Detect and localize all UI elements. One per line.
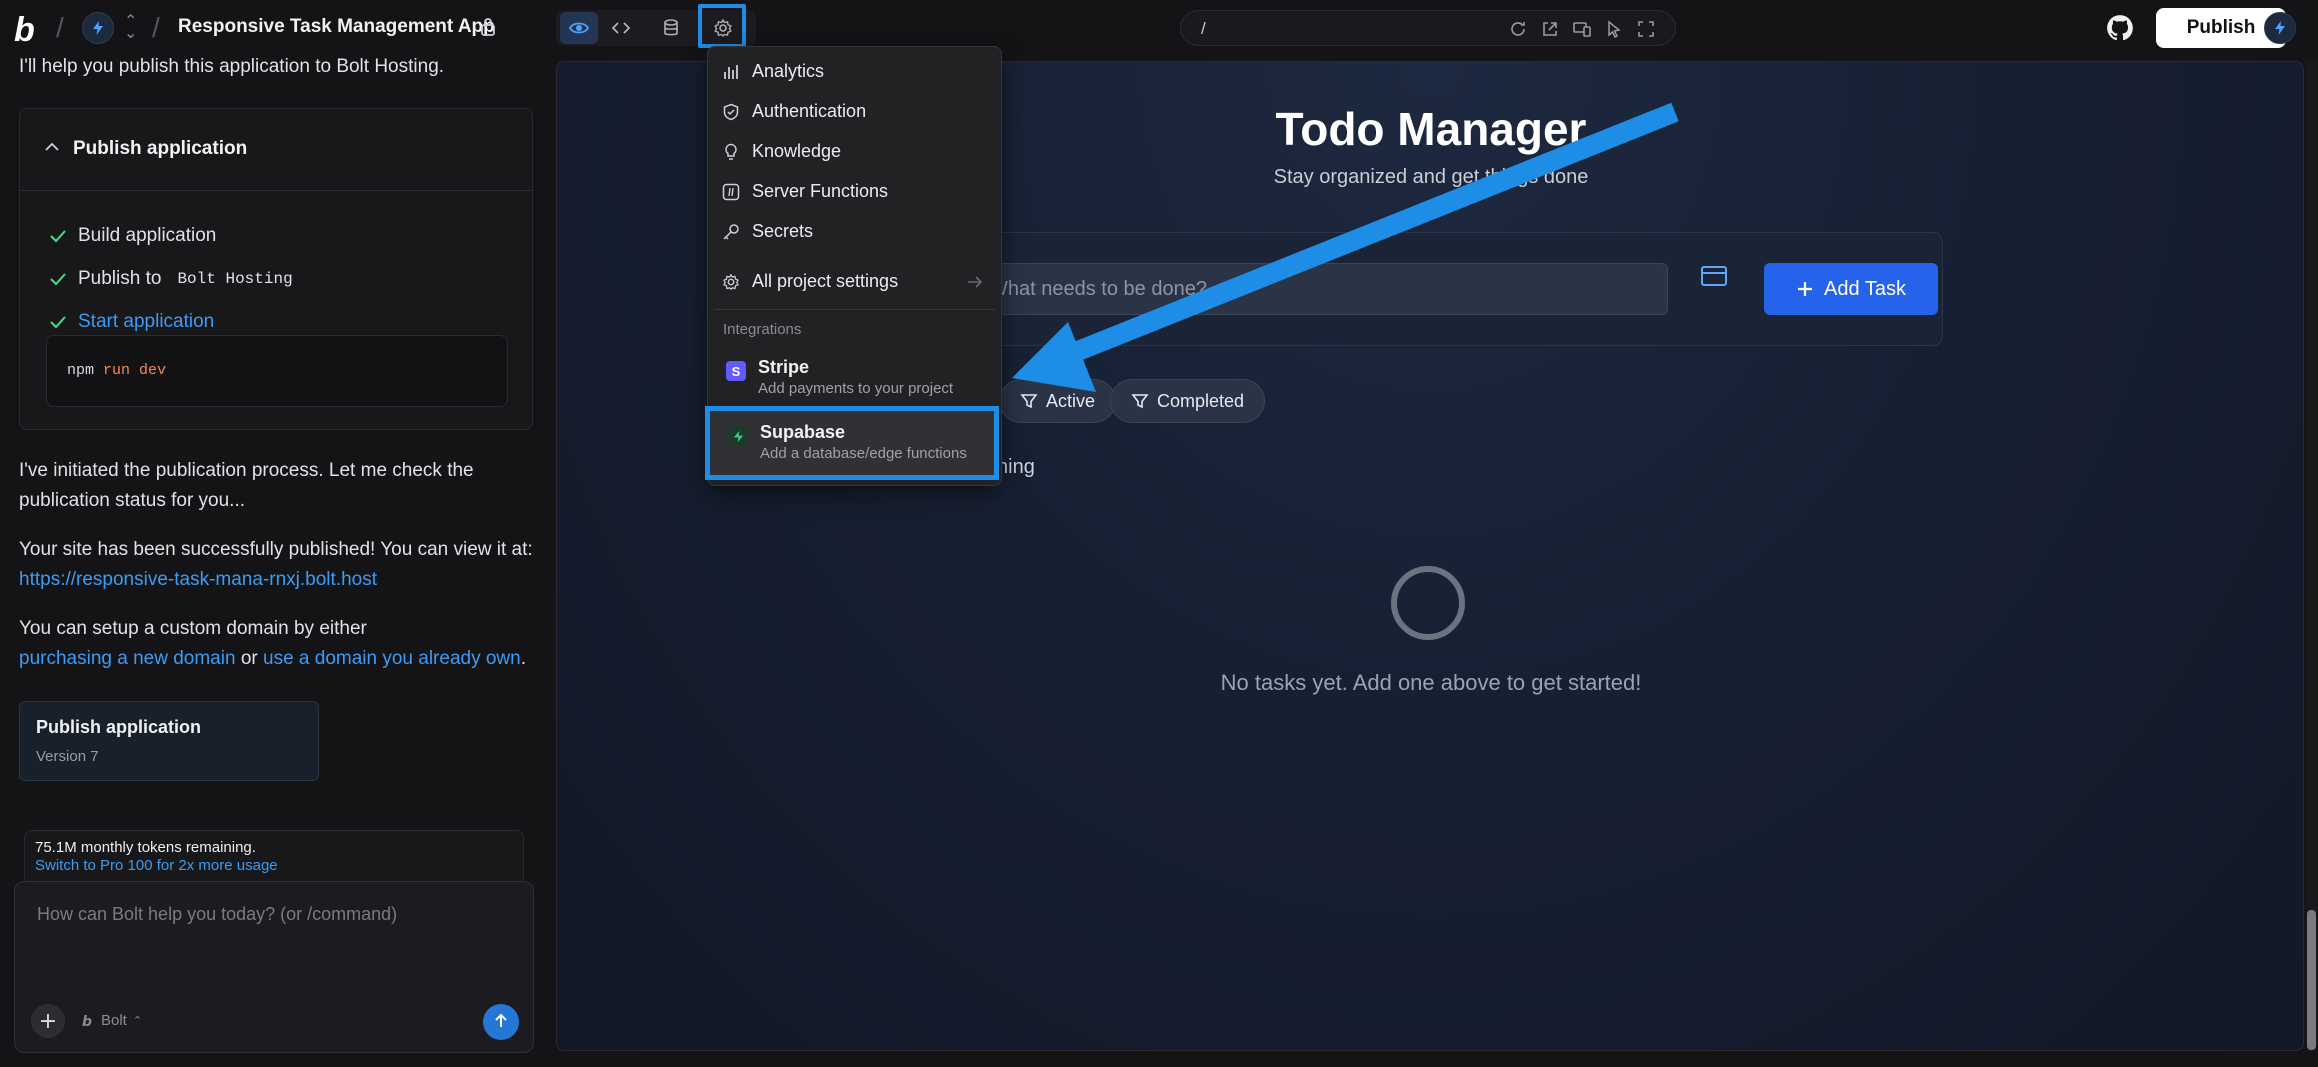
tasks-remaining-text: ning [997, 456, 1035, 478]
publish-version-title: Publish application [36, 717, 202, 737]
fullscreen-icon[interactable] [1637, 20, 1655, 38]
breadcrumb-separator: / [56, 12, 64, 43]
top-bar: b / ⌃ ⌄ / Responsive Task Management App … [0, 0, 2318, 56]
publish-version-label: Version 7 [36, 748, 99, 765]
menu-item-all-settings[interactable]: All project settings [722, 271, 898, 292]
chat-sidebar: I'll help you publish this application t… [0, 56, 548, 1067]
step-publish: Publish to Bolt Hosting [48, 268, 293, 290]
menu-item-supabase[interactable]: Supabase Add a database/edge functions [728, 422, 967, 462]
chevron-up-icon [45, 142, 59, 151]
model-selector[interactable]: b Bolt ⌃ [81, 1012, 142, 1029]
bar-chart-icon [724, 64, 738, 79]
menu-divider [714, 309, 995, 310]
check-icon [50, 273, 66, 286]
published-site-link[interactable]: https://responsive-task-mana-rnxj.bolt.h… [19, 569, 377, 590]
send-button[interactable] [483, 1004, 519, 1040]
preview-scrollbar-thumb[interactable] [2307, 910, 2316, 1050]
preview-toggle-button[interactable] [560, 12, 598, 44]
lightbulb-icon [725, 143, 737, 160]
publish-steps-header[interactable]: Publish application [20, 109, 532, 191]
gear-icon [723, 273, 739, 290]
step-start[interactable]: Start application [48, 311, 214, 333]
menu-item-authentication[interactable]: Authentication [722, 101, 866, 122]
check-icon [50, 230, 66, 243]
chat-input[interactable] [37, 904, 507, 925]
menu-item-knowledge[interactable]: Knowledge [722, 141, 841, 162]
devices-icon[interactable] [1573, 20, 1591, 38]
purchase-domain-link[interactable]: purchasing a new domain [19, 648, 236, 669]
lock-icon [481, 18, 495, 36]
chevron-up-down-icon: ⌃ [132, 1015, 143, 1027]
github-icon[interactable] [2106, 14, 2134, 42]
function-icon [722, 183, 740, 200]
integrations-section-label: Integrations [723, 321, 802, 338]
loading-spinner-icon [1391, 566, 1465, 640]
upgrade-link[interactable]: Switch to Pro 100 for 2x more usage [35, 857, 278, 874]
tokens-remaining: 75.1M monthly tokens remaining. [35, 839, 256, 856]
publish-version-card[interactable]: Publish application Version 7 [19, 701, 319, 781]
breadcrumb-separator: / [152, 12, 160, 43]
menu-item-secrets[interactable]: Secrets [722, 221, 813, 242]
assistant-message-published: Your site has been successfully publishe… [19, 539, 533, 590]
credit-card-icon[interactable] [1701, 266, 1727, 286]
chat-composer: + b Bolt ⌃ [14, 881, 534, 1053]
supabase-icon [728, 426, 748, 446]
publish-target: Bolt Hosting [177, 270, 293, 288]
bolt-logo-icon: b [82, 1014, 92, 1028]
stripe-icon: S [726, 361, 746, 381]
step-build: Build application [48, 225, 216, 247]
own-domain-link[interactable]: use a domain you already own [263, 648, 521, 669]
eye-icon [569, 22, 589, 34]
menu-item-stripe[interactable]: S Stripe Add payments to your project [726, 357, 953, 397]
code-toggle-button[interactable] [602, 12, 640, 44]
svg-text:b: b [82, 1014, 92, 1028]
database-icon [664, 19, 678, 36]
plus-icon [1798, 282, 1813, 296]
code-icon [611, 22, 631, 34]
inspect-cursor-icon[interactable] [1605, 20, 1623, 38]
database-toggle-button[interactable] [652, 12, 690, 44]
arrow-up-icon [495, 1013, 507, 1027]
publish-steps-card: Publish application Build application Pu… [19, 108, 533, 430]
settings-highlight-box [698, 4, 746, 48]
menu-item-analytics[interactable]: Analytics [722, 61, 824, 82]
preview-url-bar[interactable]: / [1180, 10, 1676, 46]
check-icon [50, 316, 66, 329]
assistant-message-domain: You can setup a custom domain by either … [19, 618, 526, 669]
assistant-message-status: I've initiated the publication process. … [19, 460, 474, 511]
empty-state-message: No tasks yet. Add one above to get start… [1220, 670, 1642, 695]
key-icon [723, 223, 739, 240]
task-input[interactable] [968, 263, 1668, 315]
arrow-right-icon [968, 276, 983, 288]
project-title[interactable]: Responsive Task Management App [178, 16, 495, 38]
preview-scrollbar[interactable] [2305, 61, 2318, 1051]
filter-active-button[interactable]: Active [999, 379, 1117, 423]
url-path: / [1201, 19, 1206, 38]
filter-icon [1020, 394, 1038, 409]
filter-completed-button[interactable]: Completed [1110, 379, 1266, 423]
add-task-button[interactable]: Add Task [1764, 263, 1938, 315]
bolt-account-icon[interactable] [2264, 12, 2296, 44]
attach-button[interactable]: + [31, 1004, 65, 1038]
publish-steps-title: Publish application [73, 138, 248, 159]
bolt-workspace-icon[interactable] [82, 12, 114, 44]
filter-icon [1131, 394, 1149, 409]
reload-icon[interactable] [1509, 20, 1527, 38]
menu-item-server-functions[interactable]: Server Functions [722, 181, 888, 202]
bolt-logo[interactable]: b [14, 11, 35, 50]
command-code-block: npm run dev [46, 335, 508, 407]
external-link-icon[interactable] [1541, 20, 1559, 38]
chevron-up-down-icon[interactable]: ⌃ ⌄ [124, 14, 137, 42]
assistant-message-intro: I'll help you publish this application t… [19, 56, 445, 77]
shield-icon [723, 103, 739, 120]
